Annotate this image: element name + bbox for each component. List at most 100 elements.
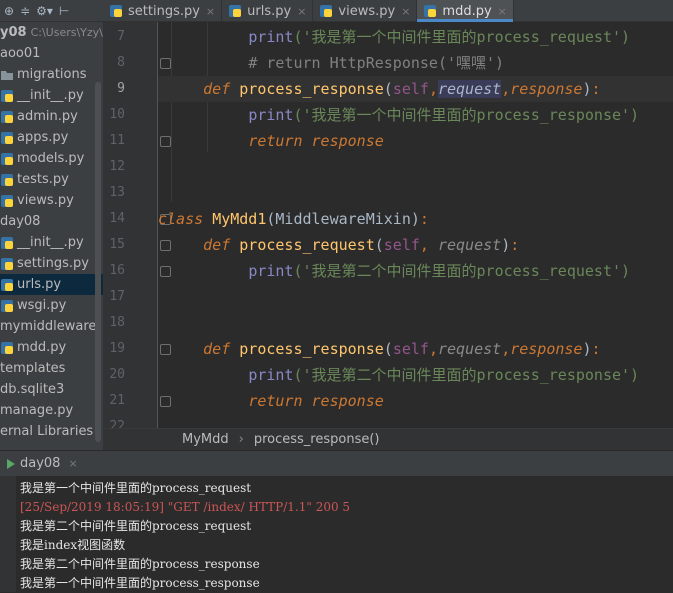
- tree-item-file[interactable]: manage.py: [0, 400, 103, 421]
- tree-label: models.py: [17, 151, 85, 166]
- tree-item-folder[interactable]: aoo01: [0, 43, 103, 64]
- tree-label: y08: [0, 25, 27, 40]
- tree-label: db.sqlite3: [0, 382, 65, 397]
- line-number: 16: [109, 263, 125, 278]
- tree-item-file[interactable]: views.py: [0, 190, 103, 211]
- token-function: process_response: [239, 80, 384, 98]
- console-line: 我是第一个中间件里面的process_response: [20, 576, 260, 590]
- python-file-icon: [1, 194, 13, 207]
- python-file-icon: [1, 89, 13, 102]
- token-string: ('我是第一个中间件里面的process_request'): [293, 28, 631, 46]
- line-number: 14: [109, 211, 125, 226]
- tree-item-folder[interactable]: day08: [0, 211, 103, 232]
- console-line: 我是index视图函数: [20, 538, 126, 552]
- code-editor[interactable]: print ('我是第一个中间件里面的process_request') # re…: [158, 22, 673, 428]
- globe-icon[interactable]: ⊕: [4, 0, 14, 22]
- tree-label: ernal Libraries: [0, 424, 94, 439]
- tree-item-file[interactable]: __init__.py: [0, 85, 103, 106]
- code-line-10: print('我是第一个中间件里面的process_response'): [158, 102, 673, 128]
- close-icon[interactable]: ×: [297, 5, 306, 18]
- tab-mdd-py[interactable]: mdd.py ×: [417, 0, 514, 22]
- breadcrumb: MyMdd › process_response(): [158, 428, 673, 450]
- python-file-icon: [1, 299, 13, 312]
- tree-item-folder[interactable]: migrations: [0, 64, 103, 85]
- code-line-21: return response: [158, 388, 673, 414]
- token-builtin: print: [248, 262, 294, 280]
- tree-item-file[interactable]: mdd.py: [0, 337, 103, 358]
- token-self: self: [392, 340, 429, 358]
- close-icon[interactable]: ×: [206, 5, 215, 18]
- token-keyword: return: [248, 392, 303, 410]
- collapse-icon[interactable]: ≑: [20, 0, 30, 22]
- hide-icon[interactable]: ⊢: [59, 0, 69, 22]
- tree-item-file[interactable]: __init__.py: [0, 232, 103, 253]
- tab-label: views.py: [338, 3, 396, 19]
- tree-label: aoo01: [0, 46, 41, 61]
- token-self: self: [383, 236, 420, 254]
- tree-root[interactable]: y08 C:\Users\Yzy\: [0, 22, 103, 43]
- token-builtin: print: [248, 106, 294, 124]
- line-number: 7: [117, 29, 125, 44]
- python-file-icon: [1, 236, 13, 249]
- console-line: 我是第二个中间件里面的process_response: [20, 557, 260, 571]
- project-tree: y08 C:\Users\Yzy\ aoo01 migrations __init…: [0, 22, 103, 452]
- tree-item-file-selected[interactable]: urls.py: [0, 274, 103, 295]
- tree-item-file[interactable]: tests.py: [0, 169, 103, 190]
- code-line-14: class MyMdd1(MiddlewareMixin):: [158, 210, 429, 228]
- line-number-gutter: 7 8 9 10 11 12 13 14 15 16 17 18 19 20 2…: [103, 22, 171, 434]
- close-icon[interactable]: ×: [498, 5, 507, 18]
- token-self: self: [392, 80, 429, 98]
- token-string: ('我是第一个中间件里面的process_response'): [293, 106, 640, 124]
- token-param: request: [437, 340, 502, 358]
- run-tool-window-header: day08 ×: [0, 450, 673, 476]
- breadcrumb-method[interactable]: process_response(): [254, 432, 380, 447]
- close-icon[interactable]: ×: [401, 5, 410, 18]
- editor-tab-bar: settings.py × urls.py × views.py × mdd.p…: [103, 0, 673, 22]
- tree-item-file[interactable]: models.py: [0, 148, 103, 169]
- tree-item-folder[interactable]: templates: [0, 358, 103, 379]
- code-line-8: # return HttpResponse('嘿嘿'): [158, 50, 673, 76]
- line-number: 13: [109, 185, 125, 200]
- tree-item-libraries[interactable]: ernal Libraries: [0, 421, 103, 442]
- code-line-20: print('我是第二个中间件里面的process_response'): [158, 362, 673, 388]
- line-number: 17: [109, 289, 125, 304]
- close-icon[interactable]: ×: [68, 457, 77, 470]
- tree-label: mymiddleware: [0, 319, 97, 334]
- tab-views-py[interactable]: views.py ×: [313, 0, 418, 22]
- settings-icon[interactable]: ⚙▾: [36, 0, 53, 22]
- tree-label: wsgi.py: [17, 298, 67, 313]
- tree-path-hint: C:\Users\Yzy\: [30, 26, 103, 39]
- breadcrumb-gutter: [103, 428, 158, 450]
- python-file-icon: [1, 173, 13, 186]
- breadcrumb-class[interactable]: MyMdd: [182, 432, 229, 447]
- tree-item-file[interactable]: admin.py: [0, 106, 103, 127]
- tab-urls-py[interactable]: urls.py ×: [222, 0, 314, 22]
- tree-label: __init__.py: [17, 235, 84, 250]
- token-class-name: MyMdd1: [212, 210, 267, 228]
- python-file-icon: [1, 131, 13, 144]
- token-variable: response: [311, 132, 384, 150]
- tree-label: __init__.py: [17, 88, 84, 103]
- line-number: 20: [109, 367, 125, 382]
- token-param: request: [437, 236, 502, 254]
- python-file-icon: [320, 5, 333, 17]
- code-line-11: return response: [158, 128, 673, 154]
- token-param: response: [510, 340, 583, 358]
- tab-settings-py[interactable]: settings.py ×: [103, 0, 223, 22]
- python-file-icon: [110, 5, 122, 17]
- tree-item-file[interactable]: apps.py: [0, 127, 103, 148]
- line-number: 21: [109, 393, 125, 408]
- tree-item-folder[interactable]: mymiddleware: [0, 316, 103, 337]
- tree-item-file[interactable]: db.sqlite3: [0, 379, 103, 400]
- tree-item-file[interactable]: settings.py: [0, 253, 103, 274]
- tree-item-file[interactable]: wsgi.py: [0, 295, 103, 316]
- line-number: 12: [109, 159, 125, 174]
- tree-label: urls.py: [17, 277, 62, 292]
- token-keyword: def: [203, 80, 231, 98]
- project-toolbar: ⊕ ≑ ⚙▾ ⊢: [0, 0, 103, 22]
- breadcrumb-separator: ›: [238, 432, 244, 447]
- tree-label: settings.py: [17, 256, 89, 271]
- line-number: 15: [109, 237, 125, 252]
- run-tab-label[interactable]: day08: [20, 456, 60, 471]
